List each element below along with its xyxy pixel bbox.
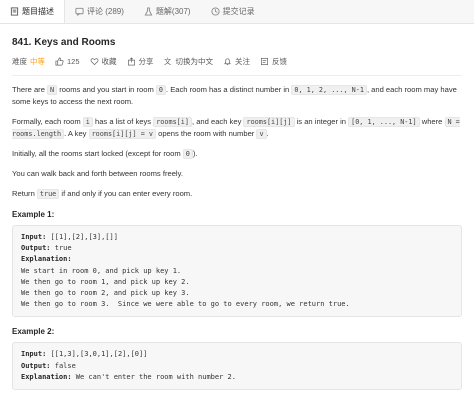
example-1-explanation-line: We start in room 0, and pick up key 1.	[21, 266, 182, 275]
difficulty-label: 难度	[12, 57, 27, 66]
feedback-button[interactable]: 反馈	[260, 56, 287, 67]
clock-icon	[211, 7, 220, 16]
tab-description-label: 题目描述	[22, 7, 54, 16]
output-label: Output:	[21, 244, 51, 253]
text: where	[419, 117, 445, 126]
feedback-icon	[261, 57, 269, 66]
divider	[12, 75, 462, 76]
feedback-label: 反馈	[272, 57, 288, 66]
text: , and each key	[191, 117, 244, 126]
difficulty: 难度 中等	[12, 56, 45, 67]
example-1-title: Example 1:	[12, 210, 55, 219]
text: There are	[12, 85, 48, 94]
explanation-value: We can't enter the room with number 2.	[71, 372, 236, 381]
example-2-input: Input: [[1,3],[3,0,1],[2],[0]]	[21, 349, 453, 360]
input-value: [[1],[2],[3],[]]	[46, 233, 118, 241]
tab-solutions-label: 题解(307)	[155, 7, 191, 16]
tab-comments[interactable]: 评论 (289)	[65, 0, 134, 23]
example-1-explanation-line: We then go to room 1, and pick up key 2.	[21, 277, 190, 286]
comment-icon	[75, 7, 84, 16]
follow-button[interactable]: 关注	[223, 56, 250, 67]
example-2-title: Example 2:	[12, 327, 55, 337]
inline-code: v	[256, 129, 267, 139]
inline-code: rooms[i]	[153, 117, 192, 127]
difficulty-value: 中等	[30, 57, 45, 66]
inline-code: rooms[i][j] = v	[88, 129, 156, 139]
inline-code: i	[82, 117, 93, 127]
translate-icon: 文	[164, 57, 171, 66]
text: has a list of keys	[92, 117, 154, 126]
text: opens the room with number	[155, 129, 257, 138]
share-label: 分享	[138, 57, 154, 66]
example-2-block: Input: [[1,3],[3,0,1],[2],[0]] Output: fa…	[12, 342, 462, 391]
text: rooms and you start in room	[57, 85, 156, 94]
document-icon	[10, 7, 19, 16]
output-label: Output:	[21, 361, 51, 370]
text: Formally, each room	[12, 117, 83, 126]
text: ).	[192, 149, 198, 158]
example-2-output: Output: false	[21, 361, 453, 372]
thumbs-up-icon	[55, 57, 64, 66]
bell-icon	[224, 58, 231, 66]
inline-code: 0, 1, 2, ..., N-1	[291, 85, 367, 95]
description-paragraph-1: There are N rooms and you start in room …	[12, 84, 462, 108]
favorite-button[interactable]: 收藏	[90, 56, 117, 67]
description-paragraph-3: Initially, all the rooms start locked (e…	[12, 148, 462, 160]
inline-code: true	[36, 189, 60, 199]
problem-meta-bar: 难度 中等 125 收藏 分享 文 切换为中文 关注 反馈	[12, 56, 462, 67]
example-1-output: Output: true	[21, 243, 453, 254]
description-paragraph-5: Return true if and only if you can enter…	[12, 188, 462, 200]
inline-code: 0	[155, 85, 166, 95]
tab-comments-label: 评论 (289)	[87, 7, 124, 16]
tab-bar: 题目描述 评论 (289) 题解(307) 提交记录	[0, 0, 474, 24]
text: Initially, all the rooms start locked (e…	[12, 149, 183, 158]
text: . A key	[64, 129, 89, 138]
output-value: false	[50, 361, 76, 370]
share-button[interactable]: 分享	[127, 56, 154, 67]
output-value: true	[50, 244, 72, 253]
text: is an integer in	[294, 117, 349, 126]
follow-label: 关注	[235, 57, 251, 66]
problem-title: 841. Keys and Rooms	[12, 37, 116, 48]
example-1-input: Input: [[1],[2],[3],[]]	[21, 232, 453, 243]
input-label: Input:	[21, 233, 47, 241]
description-paragraph-2: Formally, each room i has a list of keys…	[12, 116, 462, 140]
favorite-label: 收藏	[101, 57, 117, 66]
switch-language-label: 切换为中文	[175, 57, 214, 66]
text: if and only if you can enter every room.	[59, 189, 193, 198]
flask-icon	[144, 7, 153, 16]
example-2-explanation: Explanation: We can't enter the room wit…	[21, 372, 453, 383]
inline-code: [0, 1, ..., N-1]	[348, 117, 420, 127]
input-value: [[1,3],[3,0,1],[2],[0]]	[46, 350, 148, 359]
inline-code: 0	[182, 149, 193, 159]
explanation-label: Explanation:	[21, 372, 72, 381]
text: Return	[12, 189, 37, 198]
tab-submissions[interactable]: 提交记录	[201, 0, 265, 23]
example-1-explanation-label: Explanation:	[21, 254, 453, 265]
explanation-label: Explanation:	[21, 255, 72, 264]
inline-code: N	[47, 85, 58, 95]
like-count: 125	[67, 57, 80, 66]
description-paragraph-4: You can walk back and forth between room…	[12, 169, 183, 178]
example-1-explanation-line: We then go to room 2, and pick up key 3.	[21, 289, 190, 298]
share-icon	[127, 57, 135, 66]
input-label: Input:	[21, 350, 47, 359]
problem-content: 841. Keys and Rooms 难度 中等 125 收藏 分享 文 切换…	[0, 24, 474, 391]
tab-description[interactable]: 题目描述	[0, 0, 65, 23]
example-1-explanation-line: We then go to room 3. Since we were able…	[21, 300, 350, 309]
text: . Each room has a distinct number in	[166, 85, 292, 94]
example-1-block: Input: [[1],[2],[3],[]] Output: true Expla…	[12, 225, 462, 318]
inline-code: rooms[i][j]	[243, 117, 295, 127]
svg-text:文: 文	[164, 57, 171, 66]
tab-submissions-label: 提交记录	[222, 7, 255, 16]
like-button[interactable]: 125	[55, 57, 80, 66]
tab-solutions[interactable]: 题解(307)	[134, 0, 201, 23]
switch-language-button[interactable]: 文 切换为中文	[164, 56, 214, 67]
text: .	[266, 129, 269, 138]
heart-icon	[90, 58, 98, 66]
